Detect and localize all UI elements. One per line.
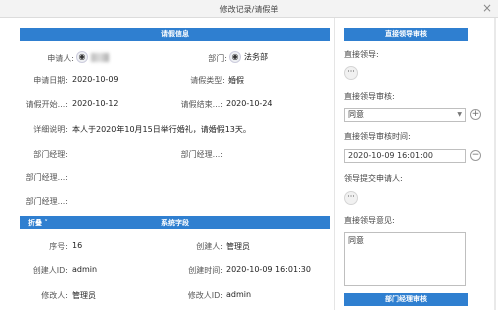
leave-type-label: 请假类型:	[190, 76, 225, 85]
seq-label: 序号:	[49, 242, 68, 251]
modifier-id-label: 修改人ID:	[187, 291, 223, 300]
creator-id-value: admin	[72, 265, 98, 274]
dialog-title: 修改记录/请假单	[219, 5, 279, 14]
approve-time-label: 直接领导审核时间:	[344, 132, 411, 141]
dept-manager-header: 部门经理审核	[344, 293, 468, 306]
apply-date-label: 申请日期:	[33, 76, 68, 85]
more-icon[interactable]: ···	[344, 66, 358, 80]
leave-end-label: 请假结束...:	[180, 100, 223, 109]
dept-label: 部门:	[208, 54, 227, 63]
modifier-value: 管理员	[72, 291, 96, 300]
submit-applicant-label: 领导提交申请人:	[344, 174, 403, 183]
approve-select[interactable]: 同意 ▼	[344, 108, 466, 122]
dept-manager-label-4: 部门经理...:	[25, 197, 68, 206]
more-icon-2[interactable]: ···	[344, 191, 358, 205]
pane-divider	[334, 18, 335, 310]
approve-select-value: 同意	[348, 110, 364, 119]
remove-icon[interactable]: −	[470, 150, 481, 161]
dept-value-wrap: ◉ 法务部	[229, 51, 268, 63]
dialog-window: 修改记录/请假单 × 请假信息 申请人: ◉ 部门: ◉ 法务部 申请日期: 20…	[0, 0, 498, 310]
applicant-value: ◉	[76, 51, 109, 63]
leave-start-label: 请假开始...:	[25, 100, 68, 109]
system-fields-bar: 折叠 ˅ 系统字段	[20, 216, 330, 229]
dept-manager-label-2: 部门经理...:	[180, 150, 223, 159]
direct-leader-label: 直接领导:	[344, 50, 379, 59]
leave-end-value: 2020-10-24	[226, 99, 273, 108]
creator-value: 管理员	[226, 242, 250, 251]
close-icon[interactable]: ×	[482, 1, 492, 15]
dept-manager-label-3: 部门经理...:	[25, 173, 68, 182]
detail-label: 详细说明:	[33, 125, 68, 134]
modifier-label: 修改人:	[41, 291, 68, 300]
approve-time-input[interactable]: 2020-10-09 16:01:00	[344, 149, 466, 163]
created-time-label: 创建时间:	[188, 266, 223, 275]
creator-id-label: 创建人ID:	[32, 266, 68, 275]
seq-value: 16	[72, 241, 83, 250]
dept-manager-label: 部门经理:	[33, 150, 68, 159]
scrollbar[interactable]	[494, 18, 496, 310]
chevron-down-icon: ▼	[457, 111, 462, 118]
leave-info-header: 请假信息	[20, 28, 330, 41]
system-fields-title: 系统字段	[161, 219, 189, 227]
modifier-id-value: admin	[226, 290, 252, 299]
leave-type-value: 婚假	[228, 76, 244, 85]
creator-label: 创建人:	[196, 242, 223, 251]
add-icon[interactable]: +	[470, 109, 481, 120]
detail-value: 本人于2020年10月15日举行婚礼，请婚假13天。	[72, 125, 251, 134]
created-time-value: 2020-10-09 16:01:30	[226, 265, 311, 274]
approve-label: 直接领导审核:	[344, 92, 395, 101]
leave-start-value: 2020-10-12	[72, 99, 119, 108]
applicant-avatar	[91, 52, 109, 62]
apply-date-value: 2020-10-09	[72, 75, 119, 84]
dept-value: 法务部	[244, 52, 268, 62]
eye-icon[interactable]: ◉	[76, 51, 88, 63]
opinion-label: 直接领导意见:	[344, 216, 395, 225]
applicant-label: 申请人:	[47, 54, 74, 63]
direct-leader-header: 直接领导审核	[344, 28, 468, 41]
eye-icon[interactable]: ◉	[229, 51, 241, 63]
opinion-textarea[interactable]: 同意	[344, 232, 466, 286]
title-bar: 修改记录/请假单 ×	[0, 0, 498, 18]
